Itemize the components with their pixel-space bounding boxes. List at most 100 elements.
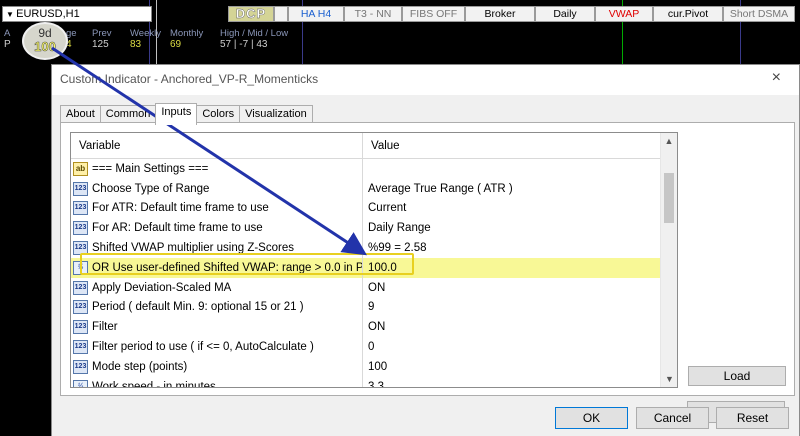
variable-label: Apply Deviation-Scaled MA [92, 281, 232, 294]
vwap-button[interactable]: VWAP [595, 6, 653, 22]
inputs-grid: Variable Value ab === Main Settings === 12… [70, 132, 678, 388]
value-cell[interactable]: ON [363, 278, 653, 298]
short-dsma-button[interactable]: Short DSMA [723, 6, 795, 22]
variable-cell: 123 For ATR: Default time frame to use [71, 198, 363, 219]
value-cell[interactable]: 100.0 [363, 257, 653, 278]
table-row[interactable]: 123 Filter ON [71, 317, 677, 338]
dcp-button[interactable]: DCP [228, 6, 274, 22]
variable-cell: 123 Filter period to use ( if <= 0, AutoC… [71, 337, 363, 357]
custom-indicator-dialog: Custom Indicator - Anchored_VP-R_Momenti… [51, 64, 800, 436]
integer-type-icon: 123 [73, 181, 88, 196]
table-row[interactable]: ½ OR Use user-defined Shifted VWAP: range… [71, 257, 677, 278]
fibs-off-button[interactable]: FIBS OFF [402, 6, 465, 22]
integer-type-icon: 123 [73, 201, 88, 216]
value-cell[interactable]: 9 [363, 298, 653, 318]
tab-bar: About Common Inputs Colors Visualization [60, 103, 313, 125]
cancel-button[interactable]: Cancel [636, 407, 709, 429]
toggle-button[interactable] [274, 6, 288, 22]
cur-pivot-button[interactable]: cur.Pivot [653, 6, 723, 22]
weekly-stat: Weekly 83 [130, 28, 161, 50]
monthly-stat: Monthly 69 [170, 28, 204, 50]
inputs-tab-body: Variable Value ab === Main Settings === 12… [60, 122, 795, 396]
integer-type-icon: 123 [73, 241, 88, 256]
variable-cell: 123 Filter [71, 317, 363, 338]
ha-h4-button[interactable]: HA H4 [288, 6, 344, 22]
symbol-label: EURUSD,H1 [16, 8, 80, 20]
integer-type-icon: 123 [73, 221, 88, 236]
chart-button-bar: DCP HA H4 T3 - NN FIBS OFF Broker Daily … [228, 6, 795, 22]
reset-button[interactable]: Reset [716, 407, 789, 429]
table-row[interactable]: 123 Shifted VWAP multiplier using Z-Score… [71, 238, 677, 258]
integer-type-icon: 123 [73, 280, 88, 295]
value-cell[interactable]: ON [363, 317, 653, 337]
value-cell[interactable]: 0 [363, 337, 653, 357]
tab-inputs[interactable]: Inputs [155, 103, 198, 125]
variable-label: For AR: Default time frame to use [92, 222, 263, 235]
daily-button[interactable]: Daily [535, 6, 595, 22]
variable-cell: 123 For AR: Default time frame to use [71, 218, 363, 239]
broker-button[interactable]: Broker [465, 6, 535, 22]
variable-cell: 123 Choose Type of Range [71, 178, 363, 199]
variable-cell: ab === Main Settings === [71, 159, 363, 179]
variable-label: Period ( default Min. 9: optional 15 or … [92, 301, 304, 314]
integer-type-icon: 123 [73, 300, 88, 315]
grid-scrollbar[interactable]: ▲ ▼ [660, 133, 677, 387]
integer-type-icon: 123 [73, 340, 88, 355]
double-type-icon: ½ [73, 260, 88, 275]
table-row[interactable]: 123 For ATR: Default time frame to use Cur… [71, 198, 677, 219]
t3-nn-button[interactable]: T3 - NN [344, 6, 402, 22]
variable-cell: 123 Apply Deviation-Scaled MA [71, 277, 363, 298]
variable-label: Mode step (points) [92, 360, 188, 373]
value-cell[interactable]: Current [363, 199, 653, 219]
value-cell[interactable] [363, 159, 653, 179]
variable-label: For ATR: Default time frame to use [92, 202, 269, 215]
load-button[interactable]: Load [688, 366, 786, 386]
scroll-up-icon[interactable]: ▲ [661, 133, 677, 149]
table-row[interactable]: ab === Main Settings === [71, 159, 677, 179]
variable-column-header[interactable]: Variable [71, 133, 363, 158]
variable-label: Work speed - in minutes [92, 380, 216, 388]
table-row[interactable]: 123 Period ( default Min. 9: optional 15 … [71, 297, 677, 318]
variable-label: === Main Settings === [92, 162, 209, 175]
high-mid-low-stat: High / Mid / Low 57 | -7 | 43 [220, 28, 289, 50]
shifted-vwap-circle-marker: 9d 100 [22, 22, 68, 60]
value-cell[interactable]: %99 = 2.58 [363, 238, 653, 258]
table-row[interactable]: ½ Work speed - in minutes 3.3 [71, 376, 677, 388]
range-prefix: A P [4, 28, 11, 50]
variable-cell: 123 Shifted VWAP multiplier using Z-Score… [71, 238, 363, 258]
double-type-icon: ½ [73, 379, 88, 387]
dialog-panel: About Common Inputs Colors Visualization… [52, 95, 799, 436]
value-cell[interactable]: Daily Range [363, 218, 653, 238]
prev-stat: Prev 125 [92, 28, 112, 50]
string-type-icon: ab [73, 161, 88, 176]
table-row[interactable]: 123 Filter period to use ( if <= 0, AutoC… [71, 337, 677, 357]
variable-label: Choose Type of Range [92, 182, 210, 195]
close-icon[interactable]: × [772, 69, 781, 87]
ok-button[interactable]: OK [555, 407, 628, 429]
scroll-thumb[interactable] [664, 173, 674, 223]
variable-cell: 123 Mode step (points) [71, 356, 363, 377]
variable-cell: 123 Period ( default Min. 9: optional 15 … [71, 297, 363, 318]
dialog-title: Custom Indicator - Anchored_VP-R_Momenti… [60, 72, 319, 86]
scroll-down-icon[interactable]: ▼ [661, 371, 677, 387]
variable-label: OR Use user-defined Shifted VWAP: range … [92, 261, 363, 274]
value-cell[interactable]: 100 [363, 357, 653, 377]
value-cell[interactable]: Average True Range ( ATR ) [363, 179, 653, 199]
table-row[interactable]: 123 Choose Type of Range Average True Rang… [71, 178, 677, 199]
integer-type-icon: 123 [73, 359, 88, 374]
variable-label: Filter [92, 321, 118, 334]
table-row[interactable]: 123 For AR: Default time frame to use Dail… [71, 218, 677, 239]
variable-label: Filter period to use ( if <= 0, AutoCalc… [92, 341, 314, 354]
value-column-header[interactable]: Value [363, 133, 653, 158]
integer-type-icon: 123 [73, 320, 88, 335]
variable-cell: ½ Work speed - in minutes [71, 376, 363, 388]
grid-header: Variable Value [71, 133, 677, 159]
table-row[interactable]: 123 Mode step (points) 100 [71, 356, 677, 377]
value-cell[interactable]: 3.3 [363, 377, 653, 387]
dropdown-arrow-icon: ▼ [6, 10, 17, 19]
table-row[interactable]: 123 Apply Deviation-Scaled MA ON [71, 277, 677, 298]
chart-symbol-tab[interactable]: ▼ EURUSD,H1 [2, 6, 152, 22]
variable-cell: ½ OR Use user-defined Shifted VWAP: range… [71, 257, 363, 278]
variable-label: Shifted VWAP multiplier using Z-Scores [92, 242, 294, 255]
grid-rows: ab === Main Settings === 123 Choose Type of… [71, 159, 677, 388]
